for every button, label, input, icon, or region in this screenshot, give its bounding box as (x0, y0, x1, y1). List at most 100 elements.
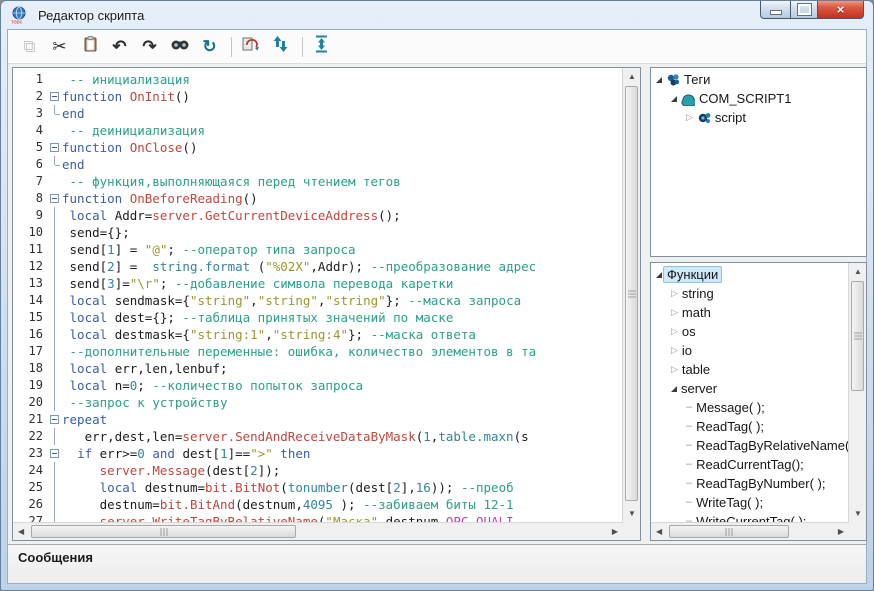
scroll-down-icon[interactable]: ▼ (854, 510, 862, 518)
tree-item-server[interactable]: server (651, 379, 849, 398)
scroll-right-icon[interactable]: ▶ (612, 528, 618, 536)
code-line[interactable]: 6end (13, 156, 623, 173)
cut-button[interactable]: ✂ (46, 34, 73, 59)
tree-item-readtagbynumber[interactable]: –ReadTagByNumber( ); (651, 474, 849, 493)
tree-connector: – (686, 402, 692, 413)
code-line[interactable]: 9 local Addr=server.GetCurrentDeviceAddr… (13, 207, 623, 224)
minimize-button[interactable] (760, 0, 790, 19)
code-line[interactable]: 25 local destnum=bit.BitNot(tonumber(des… (13, 479, 623, 496)
tree-item-com-script1[interactable]: COM_SCRIPT1 (651, 89, 866, 108)
code-line[interactable]: 10 send={}; (13, 224, 623, 241)
code-line[interactable]: 19 local n=0; --количество попыток запро… (13, 377, 623, 394)
code-line[interactable]: 2function OnInit() (13, 88, 623, 105)
expand-icon[interactable]: ▷ (671, 327, 678, 336)
code-line[interactable]: 3end (13, 105, 623, 122)
tree-item-table[interactable]: ▷table (651, 360, 849, 379)
tree-item-string[interactable]: ▷string (651, 284, 849, 303)
tree-item-readtag[interactable]: –ReadTag( ); (651, 417, 849, 436)
apply-button[interactable] (308, 34, 335, 59)
tree-item-label: ReadCurrentTag(); (696, 457, 804, 472)
editor-hscroll-thumb[interactable] (31, 525, 296, 538)
scroll-left-icon[interactable]: ◀ (656, 528, 662, 536)
scroll-left-icon[interactable]: ◀ (18, 528, 24, 536)
tree-item-script[interactable]: ▷script (651, 108, 866, 127)
code-line[interactable]: 26 destnum=bit.BitAnd(destnum,4095 ); --… (13, 496, 623, 513)
fold-collapse-icon[interactable] (48, 445, 62, 462)
expand-icon[interactable]: ▷ (686, 113, 693, 122)
close-icon: × (837, 2, 845, 17)
code-line[interactable]: 21repeat (13, 411, 623, 428)
code-line[interactable]: 4 -- деинициализация (13, 122, 623, 139)
collapse-icon[interactable] (656, 272, 662, 278)
scroll-right-icon[interactable]: ▶ (838, 528, 844, 536)
code-lines[interactable]: 1 -- инициализация2function OnInit()3end… (13, 68, 623, 523)
undo-button[interactable]: ↶ (106, 34, 133, 59)
functions-vertical-scrollbar[interactable]: ▲ ▼ (848, 263, 866, 523)
code-line[interactable]: 1 -- инициализация (13, 71, 623, 88)
code-line[interactable]: 8function OnBeforeReading() (13, 190, 623, 207)
code-editor[interactable]: 1 -- инициализация2function OnInit()3end… (12, 67, 641, 541)
paste-button[interactable] (76, 34, 103, 59)
functions-vscroll-thumb[interactable] (851, 281, 864, 391)
code-line[interactable]: 17 --дополнительные переменные: ошибка, … (13, 343, 623, 360)
editor-vertical-scrollbar[interactable]: ▲ ▼ (622, 68, 640, 523)
code-line[interactable]: 18 local err,len,lenbuf; (13, 360, 623, 377)
copy-icon: ⧉ (23, 38, 35, 55)
scroll-up-icon[interactable]: ▲ (854, 268, 862, 276)
tree-item-readcurrenttag[interactable]: –ReadCurrentTag(); (651, 455, 849, 474)
code-line[interactable]: 23 if err>=0 and dest[1]==">" then (13, 445, 623, 462)
expand-icon[interactable]: ▷ (671, 289, 678, 298)
collapse-icon[interactable] (671, 386, 677, 392)
line-number: 10 (13, 224, 48, 241)
close-button[interactable]: × (818, 0, 864, 19)
tree-item-math[interactable]: ▷math (651, 303, 849, 322)
tree-item-io[interactable]: ▷io (651, 341, 849, 360)
tree-item-функции[interactable]: Функции (651, 265, 849, 284)
expand-icon[interactable]: ▷ (671, 346, 678, 355)
code-line[interactable]: 20 --запрос к устройству (13, 394, 623, 411)
reload-button[interactable]: ↻ (196, 34, 223, 59)
tree-item-writetag[interactable]: –WriteTag( ); (651, 493, 849, 512)
editor-horizontal-scrollbar[interactable]: ◀ ▶ (13, 522, 623, 540)
code-line[interactable]: 22 err,dest,len=server.SendAndReceiveDat… (13, 428, 623, 445)
collapse-icon[interactable] (656, 77, 662, 83)
fold-collapse-icon[interactable] (48, 88, 62, 105)
scroll-down-icon[interactable]: ▼ (628, 510, 636, 518)
check-script-icon (241, 35, 260, 58)
redo-icon: ↷ (142, 38, 156, 55)
expand-icon[interactable]: ▷ (671, 308, 678, 317)
check-script-button[interactable] (237, 34, 264, 59)
editor-vscroll-thumb[interactable] (625, 86, 638, 501)
find-icon (170, 36, 190, 57)
tree-item-os[interactable]: ▷os (651, 322, 849, 341)
collapse-icon[interactable] (671, 96, 677, 102)
maximize-button[interactable] (790, 0, 818, 19)
sync-button[interactable] (267, 34, 294, 59)
fold-collapse-icon[interactable] (48, 139, 62, 156)
code-line[interactable]: 14 local sendmask={"string","string","st… (13, 292, 623, 309)
code-line[interactable]: 5function OnClose() (13, 139, 623, 156)
tree-item-теги[interactable]: Теги (651, 70, 866, 89)
tree-item-label: Функции (663, 266, 722, 283)
line-number: 17 (13, 343, 48, 360)
code-line[interactable]: 15 local dest={}; --таблица принятых зна… (13, 309, 623, 326)
redo-button[interactable]: ↷ (136, 34, 163, 59)
find-button[interactable] (166, 34, 193, 59)
expand-icon[interactable]: ▷ (671, 365, 678, 374)
tree-item-message[interactable]: –Message( ); (651, 398, 849, 417)
tree-item-readtagbyrelativename[interactable]: –ReadTagByRelativeName( ); (651, 436, 849, 455)
scroll-up-icon[interactable]: ▲ (628, 73, 636, 81)
code-line[interactable]: 24 server.Message(dest[2]); (13, 462, 623, 479)
code-line[interactable]: 12 send[2] = string.format ("%02X",Addr)… (13, 258, 623, 275)
functions-horizontal-scrollbar[interactable]: ◀ ▶ (651, 522, 849, 540)
fold-collapse-icon[interactable] (48, 411, 62, 428)
scroll-grip (628, 290, 636, 297)
code-line[interactable]: 13 send[3]="\r"; --добавление символа пе… (13, 275, 623, 292)
code-line[interactable]: 16 local destmask={"string:1","string:4"… (13, 326, 623, 343)
code-line[interactable]: 11 send[1] = "@"; --оператор типа запрос… (13, 241, 623, 258)
minimize-icon (770, 10, 782, 15)
code-line[interactable]: 7 -- функция,выполняющаяся перед чтением… (13, 173, 623, 190)
fold-collapse-icon[interactable] (48, 190, 62, 207)
functions-hscroll-thumb[interactable] (669, 525, 789, 538)
title-bar[interactable]: торс Редактор скрипта × (1, 1, 873, 29)
